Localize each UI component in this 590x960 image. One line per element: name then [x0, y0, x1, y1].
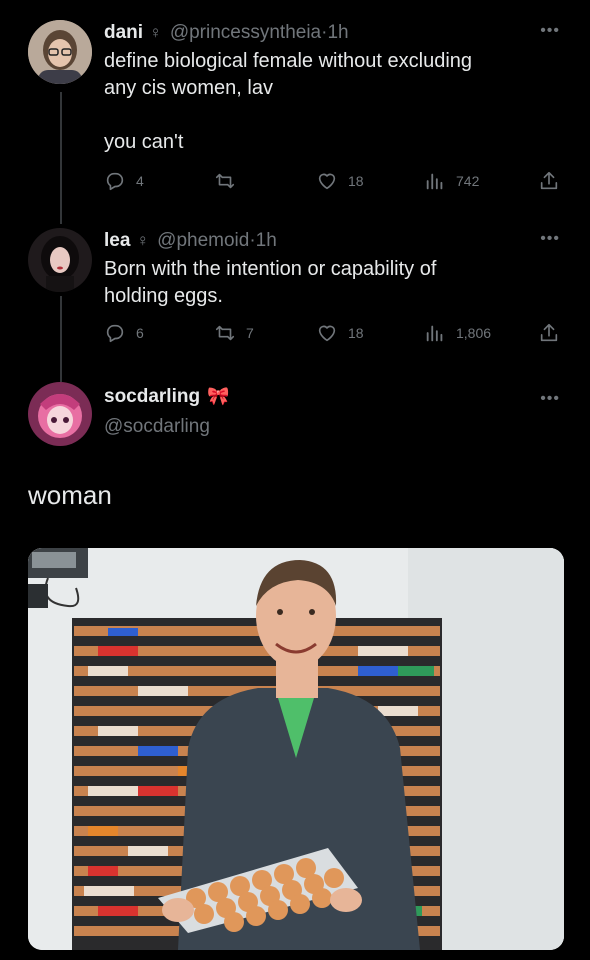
display-name[interactable]: lea [104, 230, 130, 251]
avatar-image [28, 20, 92, 84]
tweet-socdarling[interactable]: socdarling 🎀 @socdarling ••• woman [0, 380, 590, 960]
reply-count: 6 [136, 325, 144, 341]
views-button[interactable]: 1,806 [424, 322, 491, 344]
tweet-photo[interactable] [28, 548, 564, 950]
share-button[interactable] [538, 170, 570, 192]
handle[interactable]: @socdarling [104, 416, 210, 437]
reply-icon [106, 172, 124, 191]
heart-icon [318, 325, 336, 342]
tweet-text: Born with the intention or capability of… [104, 256, 544, 310]
avatar[interactable] [28, 228, 92, 292]
tweet-text: woman [28, 480, 112, 510]
handle[interactable]: @phemoid [157, 230, 249, 251]
timestamp[interactable]: 1h [327, 22, 348, 43]
tweet-text-line: Born with the intention or capability of [104, 258, 437, 280]
tweet-header: lea ♀ @phemoid·1h [104, 230, 277, 252]
tweet-text-line: you can't [104, 131, 184, 153]
tweet-subheader: @socdarling [104, 416, 210, 438]
tweet-text-line: define biological female without excludi… [104, 50, 473, 72]
share-icon [540, 171, 558, 190]
views-icon [426, 173, 443, 190]
reply-icon [106, 324, 124, 343]
retweet-button[interactable] [214, 170, 246, 192]
more-icon[interactable]: ••• [540, 230, 560, 248]
views-count: 1,806 [456, 325, 492, 341]
avatar[interactable] [28, 20, 92, 84]
like-count: 18 [348, 173, 364, 189]
views-count: 742 [456, 173, 480, 189]
display-name[interactable]: dani [104, 22, 143, 43]
tweet-text: define biological female without excludi… [104, 48, 544, 156]
display-name[interactable]: socdarling [104, 386, 200, 407]
tweet-text-line: holding eggs. [104, 285, 223, 307]
tweet-actions: 6 7 18 1,806 [104, 322, 564, 348]
bow-emoji: 🎀 [207, 386, 230, 406]
views-icon [426, 325, 443, 342]
egg-photo [28, 548, 564, 950]
more-icon[interactable]: ••• [540, 22, 560, 40]
retweet-button[interactable]: 7 [214, 322, 254, 344]
retweet-icon [215, 173, 235, 189]
reply-count: 4 [136, 173, 144, 189]
reply-button[interactable]: 6 [104, 322, 144, 344]
reply-button[interactable]: 4 [104, 170, 144, 192]
avatar-image [28, 382, 92, 446]
share-button[interactable] [538, 322, 570, 344]
share-icon [540, 323, 558, 342]
tweet-dani[interactable]: dani ♀ @princessyntheia·1h ••• define biol… [0, 0, 590, 210]
like-count: 18 [348, 325, 364, 341]
gender-symbol: ♀ [136, 231, 150, 250]
retweet-icon [215, 325, 235, 341]
more-icon[interactable]: ••• [540, 390, 560, 408]
tweet-lea[interactable]: lea ♀ @phemoid·1h ••• Born with the intent… [0, 210, 590, 380]
tweet-text-line: any cis women, lav [104, 77, 273, 99]
avatar-image [28, 228, 92, 292]
tweet-header: dani ♀ @princessyntheia·1h [104, 22, 349, 44]
retweet-count: 7 [246, 325, 254, 341]
like-button[interactable]: 18 [316, 170, 364, 192]
views-button[interactable]: 742 [424, 170, 479, 192]
heart-icon [318, 173, 336, 190]
tweet-header: socdarling 🎀 [104, 386, 230, 408]
handle[interactable]: @princessyntheia [170, 22, 321, 43]
like-button[interactable]: 18 [316, 322, 364, 344]
tweet-actions: 4 18 742 [104, 170, 564, 196]
avatar[interactable] [28, 382, 92, 446]
timestamp[interactable]: 1h [256, 230, 277, 251]
gender-symbol: ♀ [149, 23, 162, 42]
